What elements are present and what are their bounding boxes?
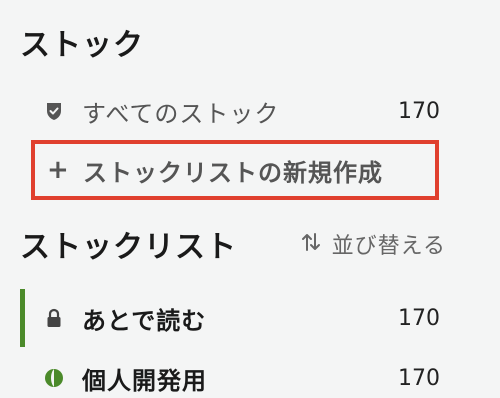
stock-count: 170 (398, 98, 440, 124)
lock-icon (44, 308, 64, 328)
sort-arrows-icon (300, 231, 322, 257)
globe-icon (44, 368, 64, 388)
stocklist-item-count: 170 (398, 305, 440, 331)
stocklist-item-read-later[interactable]: あとで読む 170 (0, 298, 500, 338)
stocklist-item-label: 個人開発用 (82, 366, 207, 395)
stocklist-section-title: ストックリスト (20, 230, 237, 265)
sort-button[interactable]: 並び替える (300, 228, 446, 260)
stocklist-item-personal-dev[interactable]: 個人開発用 170 (0, 358, 500, 398)
stocklist-item-label: あとで読む (82, 306, 207, 335)
create-stocklist-button[interactable]: + ストックリストの新規作成 (31, 140, 439, 200)
create-stocklist-label: ストックリストの新規作成 (83, 158, 383, 187)
shield-check-icon (44, 101, 64, 121)
plus-icon: + (47, 155, 69, 185)
sidebar-item-label: すべてのストック (82, 99, 280, 128)
stocklist-item-count: 170 (398, 365, 440, 391)
sort-label: 並び替える (331, 234, 446, 259)
stock-section-title: ストック (20, 28, 144, 63)
sidebar-item-all-stocks[interactable]: すべてのストック 170 (0, 92, 500, 130)
